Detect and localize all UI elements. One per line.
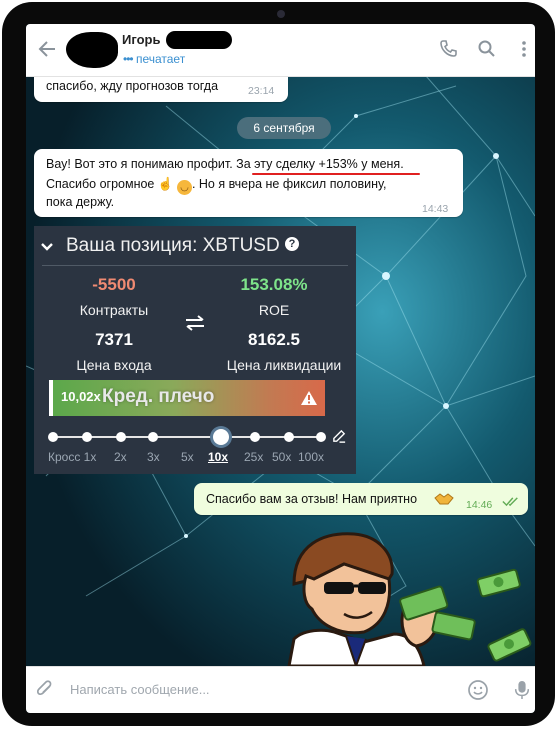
leverage-tick[interactable]: 100x [298, 450, 324, 464]
entry-price-value: 7371 [95, 330, 133, 349]
roe-label: ROE [258, 302, 290, 318]
liquidation-price-label: Цена ликвидации [226, 357, 342, 373]
position-title: Ваша позиция: XBTUSD ? [66, 235, 299, 257]
message-bubble-incoming: Вау! Вот это я понимаю профит. За эту сд… [34, 149, 463, 217]
camera-dot [277, 10, 285, 18]
chevron-down-icon [41, 243, 53, 251]
back-arrow-icon[interactable] [36, 38, 58, 60]
message-time: 23:14 [248, 85, 275, 97]
chat-screen: Игорь ••• печатает спасибо, жду прогнозо… [26, 24, 535, 713]
slider-stop[interactable] [48, 432, 58, 442]
leverage-tick[interactable]: 3x [147, 450, 160, 464]
more-menu-icon[interactable] [514, 39, 534, 59]
message-text: спасибо, жду прогнозов тогда [46, 79, 219, 93]
leverage-tick[interactable]: 5x [181, 450, 194, 464]
position-card-image[interactable]: Ваша позиция: XBTUSD ? -5500 153.08% Кон… [34, 226, 356, 474]
message-time: 14:46 [466, 499, 493, 511]
tablet-frame: Игорь ••• печатает спасибо, жду прогнозо… [2, 2, 555, 726]
paperclip-icon[interactable] [36, 680, 56, 700]
divider [42, 265, 348, 266]
edit-pencil-icon[interactable] [332, 429, 347, 444]
contracts-value: -5500 [92, 275, 136, 294]
smile-emoji-icon: ◡ [176, 180, 192, 195]
handshake-emoji-icon [434, 493, 454, 505]
leverage-tick[interactable]: 2x [114, 450, 127, 464]
message-line-3: пока держу. [46, 195, 115, 209]
swap-arrows-icon [186, 315, 204, 331]
message-line-1: Вау! Вот это я понимаю профит. За эту сд… [46, 157, 404, 171]
search-icon[interactable] [477, 39, 497, 59]
emoji-icon[interactable] [467, 679, 489, 701]
help-icon: ? [285, 237, 299, 251]
roe-value: 153.08% [240, 275, 308, 294]
slider-stop[interactable] [316, 432, 326, 442]
message-bubble-outgoing: Спасибо вам за отзыв! Нам приятно 14:46 [194, 483, 528, 515]
typing-dots-icon: ••• [123, 52, 134, 66]
highlighted-profit-text: За эту сделку +153% у меня [236, 157, 401, 171]
date-separator: 6 сентября [237, 117, 331, 139]
slider-stop[interactable] [250, 432, 260, 442]
phone-icon[interactable] [438, 39, 458, 59]
message-text: Спасибо вам за отзыв! Нам приятно [206, 492, 418, 506]
fingers-crossed-emoji-icon: ☝ [157, 177, 174, 191]
entry-price-label: Цена входа [76, 357, 152, 373]
slider-thumb[interactable] [213, 429, 229, 445]
contracts-label: Контракты [79, 302, 149, 318]
microphone-icon[interactable] [513, 679, 531, 701]
message-input-bar: Написать сообщение... [26, 666, 535, 713]
leverage-tick-selected[interactable]: 10x [208, 450, 228, 464]
liquidation-price-value: 8162.5 [248, 330, 300, 349]
message-time: 14:43 [422, 203, 449, 215]
slider-stop[interactable] [116, 432, 126, 442]
slider-stop[interactable] [82, 432, 92, 442]
contact-name[interactable]: Игорь [122, 32, 160, 47]
leverage-value: 10,02x [61, 389, 101, 404]
message-input[interactable]: Написать сообщение... [70, 682, 210, 697]
message-line-2: Спасибо огромное ☝ ◡. Но я вчера не фикс… [46, 177, 387, 195]
double-check-icon [502, 497, 518, 507]
leverage-tick[interactable]: Кросс 1x [48, 450, 96, 464]
typing-status: ••• печатает [123, 52, 186, 66]
sticker-man-with-money [287, 532, 532, 666]
leverage-tick[interactable]: 50x [272, 450, 291, 464]
slider-stop[interactable] [284, 432, 294, 442]
chat-header: Игорь ••• печатает [26, 24, 535, 77]
avatar[interactable] [66, 32, 118, 68]
warning-icon [301, 391, 317, 405]
leverage-tick[interactable]: 25x [244, 450, 263, 464]
slider-stop[interactable] [148, 432, 158, 442]
leverage-label: Кред. плечо [102, 386, 215, 407]
redacted-surname [166, 31, 232, 49]
leverage-bar-marker [49, 380, 53, 416]
